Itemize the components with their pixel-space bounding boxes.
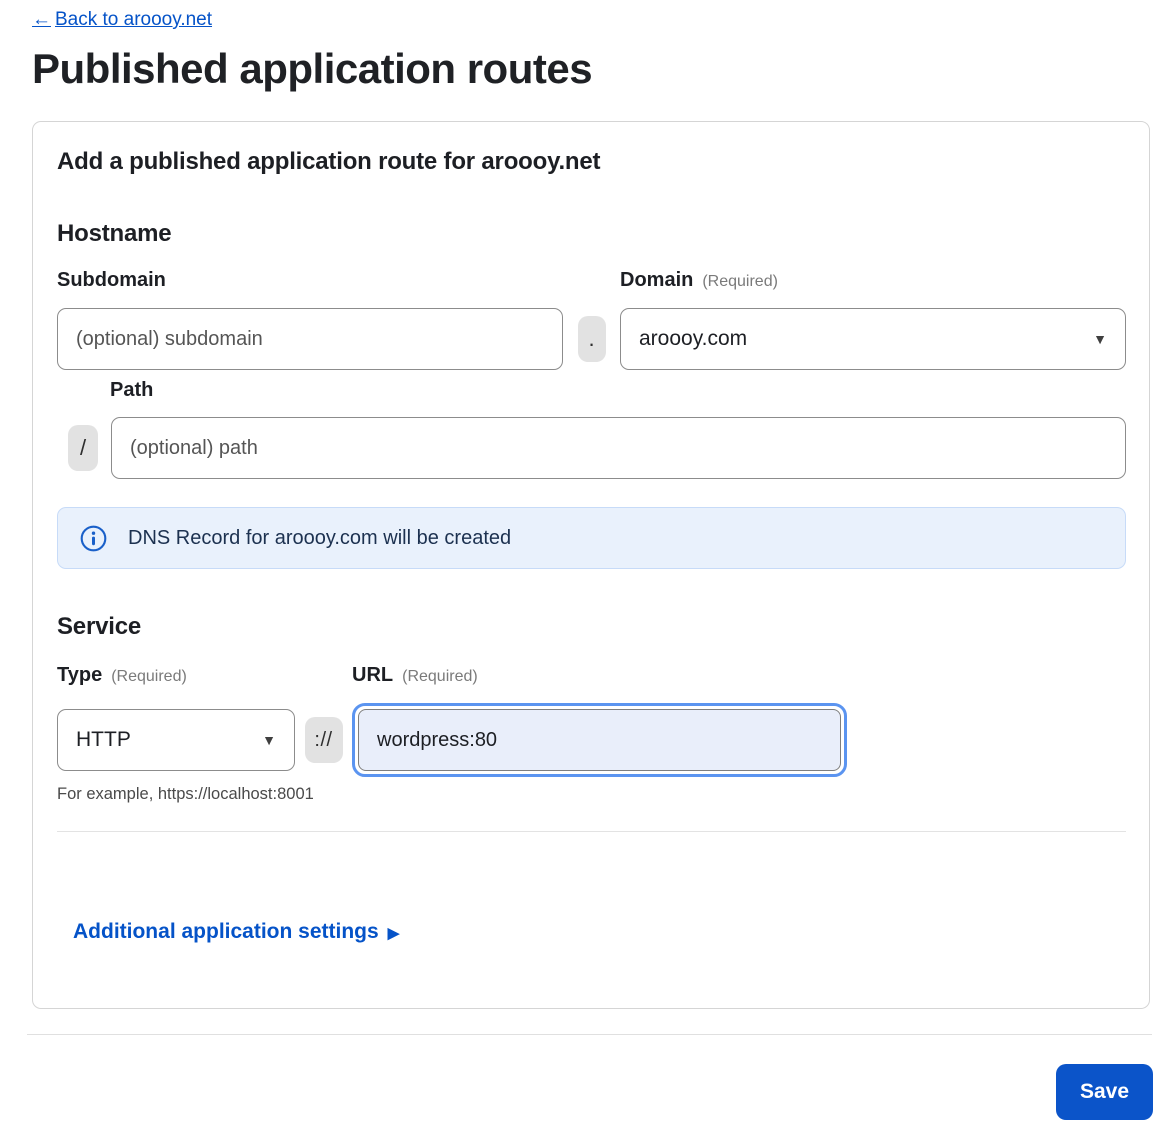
domain-label: Domain xyxy=(620,269,694,292)
hostname-section-heading: Hostname xyxy=(57,220,172,248)
path-label: Path xyxy=(110,379,154,402)
dns-notice-text: DNS Record for aroooy.com will be create… xyxy=(128,526,512,549)
service-type-select[interactable]: HTTP ▼ xyxy=(57,709,295,772)
type-label: Type xyxy=(57,664,103,687)
info-icon xyxy=(80,525,107,552)
add-route-card: Add a published application route for ar… xyxy=(32,121,1150,1010)
type-required-tag: (Required) xyxy=(111,668,187,686)
back-link-label: Back to aroooy.net xyxy=(55,9,213,30)
page-divider xyxy=(27,1034,1152,1036)
dns-notice-banner: DNS Record for aroooy.com will be create… xyxy=(57,507,1126,570)
domain-required-tag: (Required) xyxy=(702,273,778,291)
subdomain-label: Subdomain xyxy=(57,269,166,292)
url-input-focus-ring xyxy=(352,703,847,778)
path-input[interactable] xyxy=(111,417,1126,480)
service-section-heading: Service xyxy=(57,613,142,641)
chevron-down-icon: ▼ xyxy=(1093,331,1107,348)
domain-select-value: aroooy.com xyxy=(639,327,748,351)
url-required-tag: (Required) xyxy=(402,668,478,686)
domain-field: Domain (Required) aroooy.com ▼ xyxy=(620,269,1126,371)
page-title: Published application routes xyxy=(32,45,593,92)
additional-settings-label: Additional application settings xyxy=(73,920,379,944)
domain-select[interactable]: aroooy.com ▼ xyxy=(620,308,1126,371)
chevron-down-icon: ▼ xyxy=(262,732,276,749)
service-row: Type (Required) URL (Required) HTTP ▼ :/… xyxy=(57,664,1126,778)
subdomain-field: Subdomain xyxy=(57,269,563,371)
card-title: Add a published application route for ar… xyxy=(57,148,601,176)
url-example-text: For example, https://localhost:8001 xyxy=(57,785,314,804)
service-type-value: HTTP xyxy=(76,728,131,752)
dot-separator: . xyxy=(577,316,606,363)
hostname-row: Subdomain . Domain (Required) aroooy.com… xyxy=(57,269,1126,371)
chevron-right-icon: ▶ xyxy=(387,925,400,943)
slash-separator: / xyxy=(68,425,98,472)
hostname-dot-cell: . xyxy=(563,316,620,370)
scheme-separator: :// xyxy=(304,717,343,764)
url-label: URL xyxy=(352,664,394,687)
page: ← Back to aroooy.net Published applicatio… xyxy=(0,0,1170,1121)
additional-settings-link[interactable]: Additional application settings ▶ xyxy=(73,920,399,944)
save-button[interactable]: Save xyxy=(1055,1064,1153,1121)
back-link[interactable]: ← Back to aroooy.net xyxy=(32,9,212,31)
path-field: Path / xyxy=(57,379,1126,480)
card-divider xyxy=(57,831,1126,833)
footer-bar: Save xyxy=(32,1064,1153,1121)
service-url-input[interactable] xyxy=(358,709,841,772)
back-arrow-icon: ← xyxy=(32,9,51,30)
subdomain-input[interactable] xyxy=(57,308,563,371)
